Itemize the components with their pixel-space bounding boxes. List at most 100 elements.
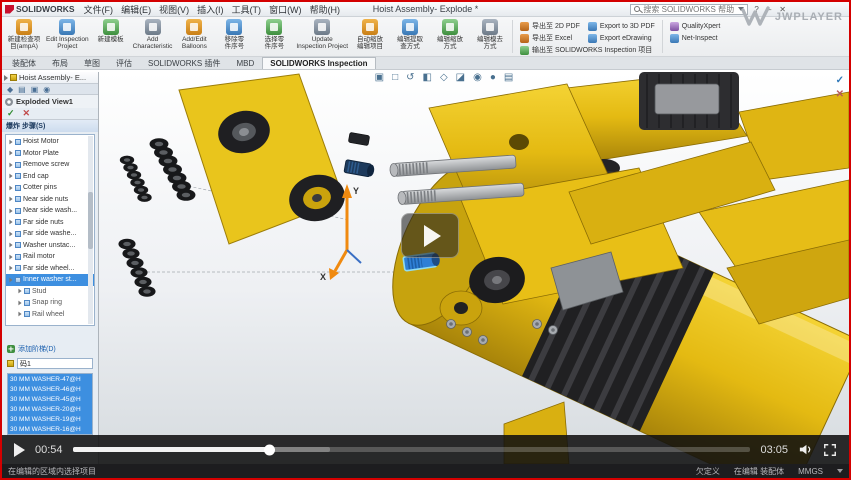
export-button[interactable]: 导出至 Excel — [520, 33, 580, 43]
ok-button[interactable]: ✓ — [7, 109, 15, 118]
ribbon-button[interactable]: 选择零 件序号 — [254, 18, 294, 55]
tab-configuration-icon[interactable]: ▣ — [31, 85, 39, 94]
explode-step-item[interactable]: Near side nuts — [6, 194, 94, 206]
expander-icon[interactable] — [9, 208, 12, 213]
expander-icon[interactable] — [9, 254, 12, 259]
explode-step-item[interactable]: Far side nuts — [6, 217, 94, 229]
exploded-washer-stack-upper[interactable] — [120, 156, 152, 202]
zoom-area-icon[interactable]: □ — [392, 72, 398, 84]
cancel-button[interactable]: ✕ — [23, 109, 31, 118]
expander-icon[interactable] — [9, 220, 12, 225]
ribbon-button[interactable]: Edit Inspection Project — [44, 18, 91, 55]
graphics-viewport[interactable]: Y X ▣ □ ↺ ◧ ◇ ◪ ◉ ● ▤ ✓ ✕ — [99, 72, 849, 464]
hide-show-icon[interactable]: ◉ — [473, 72, 482, 84]
play-button[interactable] — [14, 443, 25, 457]
section-view-icon[interactable]: ◧ — [423, 72, 432, 84]
component-item[interactable]: 30 MM WASHER-19@H — [8, 414, 92, 424]
command-tab[interactable]: 装配体 — [4, 57, 44, 69]
scene-icon[interactable]: ▤ — [504, 72, 513, 84]
tab-propertymanager-icon[interactable]: ▤ — [18, 85, 26, 94]
ribbon-button[interactable]: 自动缩放 编辑项目 — [350, 18, 390, 55]
menu-item[interactable]: 编辑(E) — [117, 5, 155, 15]
command-tab[interactable]: 评估 — [108, 57, 140, 69]
menu-item[interactable]: 视图(V) — [155, 5, 193, 15]
menu-item[interactable]: 工具(T) — [228, 5, 266, 15]
ribbon-button[interactable]: 新建模板 — [91, 18, 131, 55]
component-item[interactable]: 30 MM WASHER-47@H — [8, 374, 92, 384]
ribbon-button[interactable]: Update Inspection Project — [294, 18, 350, 55]
big-play-button[interactable] — [401, 213, 459, 258]
expander-icon[interactable] — [9, 231, 12, 236]
export-button[interactable]: Export to 3D PDF — [588, 21, 655, 31]
exploded-washer-stack-lower[interactable] — [118, 239, 155, 297]
expander-icon[interactable] — [9, 139, 12, 144]
explode-step-item[interactable]: End cap — [6, 171, 94, 183]
progress-bar[interactable] — [73, 447, 751, 452]
expander-icon[interactable] — [9, 185, 12, 190]
expander-icon[interactable] — [18, 312, 21, 317]
units-chevron-icon[interactable] — [837, 469, 843, 473]
expander-icon[interactable] — [9, 266, 12, 271]
explode-step-item[interactable]: Remove screw — [6, 159, 94, 171]
explode-step-item[interactable]: Inner washer st... — [6, 274, 94, 286]
explode-step-item[interactable]: Motor Plate — [6, 148, 94, 160]
explode-step-item[interactable]: Hoist Motor — [6, 136, 94, 148]
expander-icon[interactable] — [18, 300, 21, 305]
explode-step-item[interactable]: Cotter pins — [6, 182, 94, 194]
command-tab[interactable]: SOLIDWORKS 插件 — [140, 57, 228, 69]
menu-item[interactable]: 插入(I) — [193, 5, 228, 15]
progress-handle[interactable] — [264, 444, 275, 455]
scrollbar-thumb[interactable] — [88, 192, 93, 248]
expander-icon[interactable] — [9, 277, 12, 282]
fullscreen-icon[interactable] — [823, 443, 837, 457]
status-units[interactable]: MMGS — [798, 467, 823, 476]
exploded-stud-dark[interactable] — [344, 160, 375, 178]
feature-tree-root[interactable]: Hoist Assembly- E... — [2, 72, 98, 83]
explode-step-item[interactable]: Near side wash... — [6, 205, 94, 217]
hoist-assembly-model[interactable]: Y X — [99, 72, 849, 464]
display-style-icon[interactable]: ◪ — [456, 72, 465, 84]
component-item[interactable]: 30 MM WASHER-46@H — [8, 384, 92, 394]
menu-item[interactable]: 帮助(H) — [306, 5, 345, 15]
exploded-washer-stack-mid[interactable] — [150, 138, 196, 201]
exploded-pin[interactable] — [348, 132, 369, 145]
expander-icon[interactable] — [9, 162, 12, 167]
appearance-icon[interactable]: ● — [490, 72, 496, 84]
export-button[interactable]: Export eDrawing — [588, 33, 655, 43]
quality-button[interactable]: QualityXpert — [670, 22, 721, 31]
explode-step-item[interactable]: Snap ring — [6, 297, 94, 309]
menu-item[interactable]: 窗口(W) — [265, 5, 306, 15]
expander-icon[interactable] — [9, 174, 12, 179]
tab-featuremanager-icon[interactable]: ◆ — [7, 85, 13, 94]
ribbon-button[interactable]: Add Characteristic — [131, 18, 175, 55]
tab-dimxpert-icon[interactable]: ◉ — [43, 85, 50, 94]
zoom-fit-icon[interactable]: ▣ — [375, 72, 384, 84]
component-item[interactable]: 30 MM WASHER-45@H — [8, 394, 92, 404]
explode-step-item[interactable]: Far side washe... — [6, 228, 94, 240]
ribbon-button[interactable]: Add/Edit Balloons — [174, 18, 214, 55]
expander-icon[interactable] — [9, 197, 12, 202]
motor-plate[interactable] — [179, 74, 349, 244]
ribbon-button[interactable]: 移除零 件序号 — [214, 18, 254, 55]
expander-icon[interactable] — [18, 289, 21, 294]
view-orientation-icon[interactable]: ◇ — [440, 72, 448, 84]
expander-icon[interactable] — [9, 243, 12, 248]
explode-step-item[interactable]: Stud — [6, 286, 94, 298]
explode-step-item[interactable]: Rail wheel — [6, 309, 94, 321]
volume-icon[interactable] — [798, 442, 813, 457]
explode-step-item[interactable]: Washer unstac... — [6, 240, 94, 252]
confirm-ok-icon[interactable]: ✓ — [836, 76, 844, 86]
command-tab[interactable]: SOLIDWORKS Inspection — [262, 57, 375, 69]
explode-steps-group-header[interactable]: 爆炸 步骤(S) — [2, 120, 98, 132]
steps-scrollbar[interactable] — [88, 136, 93, 324]
command-tab[interactable]: 草图 — [76, 57, 108, 69]
ribbon-button[interactable]: 新建检查项 目(ampA) — [4, 18, 44, 55]
search-input[interactable] — [643, 5, 735, 14]
command-tab[interactable]: MBD — [228, 57, 262, 69]
previous-view-icon[interactable]: ↺ — [406, 72, 414, 84]
command-tab[interactable]: 布局 — [44, 57, 76, 69]
add-step-link[interactable]: 添加阶梯(D) — [7, 344, 93, 354]
component-item[interactable]: 30 MM WASHER-20@H — [8, 404, 92, 414]
confirm-cancel-icon[interactable]: ✕ — [836, 90, 844, 100]
component-item[interactable]: 30 MM WASHER-16@H — [8, 424, 92, 434]
